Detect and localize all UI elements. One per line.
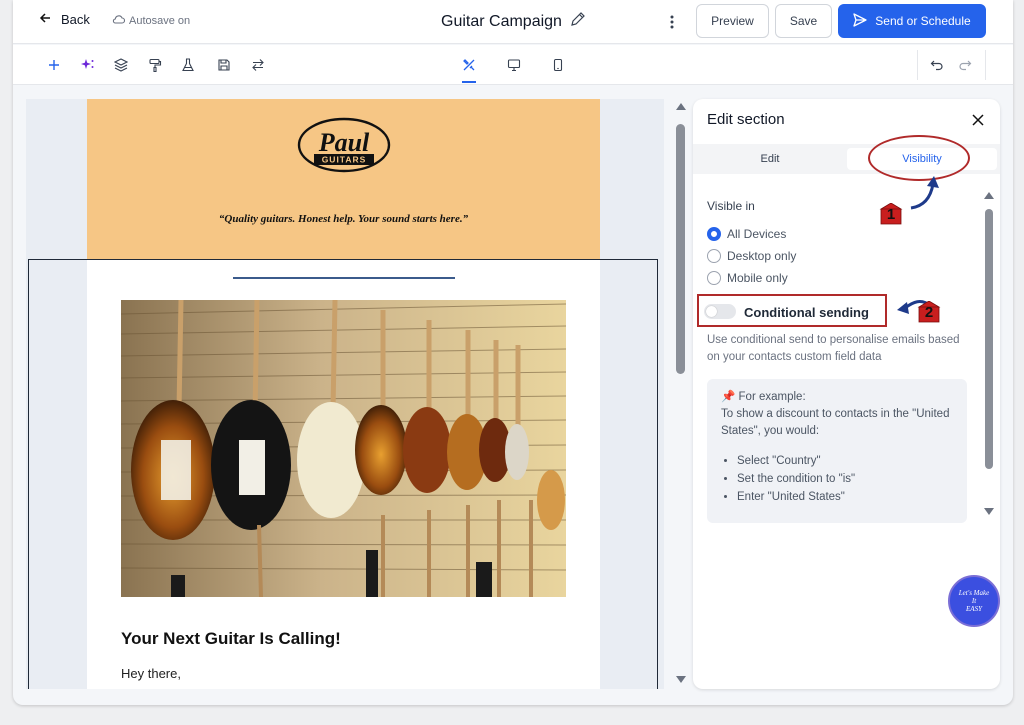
more-options-icon[interactable] xyxy=(665,12,679,32)
radio-desktop-only[interactable]: Desktop only xyxy=(707,249,796,263)
visible-in-label: Visible in xyxy=(707,199,755,213)
annotation-marker-1: 1 xyxy=(879,202,903,225)
paul-guitars-logo: Paul GUITARS xyxy=(297,116,391,174)
scroll-down-icon[interactable] xyxy=(673,672,689,686)
logo-script: Paul xyxy=(318,128,370,157)
conditional-sending-label: Conditional sending xyxy=(744,305,869,320)
conditional-sending-toggle[interactable] xyxy=(704,304,736,319)
canvas-scrollbar[interactable] xyxy=(673,100,689,690)
badge-line: It xyxy=(971,597,977,605)
preview-button[interactable]: Preview xyxy=(696,4,769,38)
example-step: Select "Country" xyxy=(737,452,953,470)
panel-scrollbar[interactable] xyxy=(982,189,996,519)
back-button[interactable]: Back xyxy=(39,12,90,27)
radio-all-devices[interactable]: All Devices xyxy=(707,227,786,241)
radio-label: All Devices xyxy=(727,227,787,241)
paint-roller-icon[interactable] xyxy=(146,56,164,74)
arrow-left-icon xyxy=(39,12,51,27)
send-label: Send or Schedule xyxy=(875,14,971,28)
editor-toolbar xyxy=(13,45,1013,85)
autosave-label: Autosave on xyxy=(129,14,191,27)
flask-icon[interactable] xyxy=(179,56,197,74)
lets-make-it-easy-badge: Let's Make It EASY xyxy=(948,575,1000,627)
save-template-icon[interactable] xyxy=(215,56,233,74)
radio-label: Desktop only xyxy=(727,249,797,263)
redo-icon[interactable] xyxy=(956,56,974,74)
design-tools-icon[interactable] xyxy=(460,56,478,74)
desktop-view-icon[interactable] xyxy=(505,56,523,74)
pushpin-icon: 📌 xyxy=(721,391,736,403)
close-icon[interactable] xyxy=(970,112,986,128)
scroll-up-icon[interactable] xyxy=(673,100,689,114)
panel-title: Edit section xyxy=(707,111,785,128)
layers-icon[interactable] xyxy=(112,56,130,74)
toolbar-separator xyxy=(917,50,918,80)
mobile-view-icon[interactable] xyxy=(549,56,567,74)
example-step: Enter "United States" xyxy=(737,488,953,506)
conditional-description: Use conditional send to personalise emai… xyxy=(707,334,960,363)
campaign-title-text: Guitar Campaign xyxy=(441,12,562,30)
email-editor-window: Back Autosave on Guitar Campaign Preview… xyxy=(13,0,1013,705)
radio-label: Mobile only xyxy=(727,271,788,285)
scroll-down-icon[interactable] xyxy=(982,505,996,517)
radio-button[interactable] xyxy=(707,271,721,285)
example-box: 📌 For example: To show a discount to con… xyxy=(707,379,967,523)
swap-icon[interactable] xyxy=(249,56,267,74)
selected-section-outline xyxy=(28,259,658,689)
campaign-title[interactable]: Guitar Campaign xyxy=(441,11,586,32)
badge-line: EASY xyxy=(966,605,982,613)
radio-button[interactable] xyxy=(707,227,721,241)
back-label: Back xyxy=(61,12,90,27)
top-bar: Back Autosave on Guitar Campaign Preview… xyxy=(13,0,1013,44)
example-intro: To show a discount to contacts in the "U… xyxy=(721,408,950,437)
add-block-icon[interactable] xyxy=(45,56,63,74)
header-section[interactable]: Paul GUITARS “Quality guitars. Honest he… xyxy=(87,99,600,259)
logo-sub: GUITARS xyxy=(322,155,367,165)
active-device-indicator xyxy=(462,81,476,83)
pencil-icon[interactable] xyxy=(570,11,586,32)
undo-icon[interactable] xyxy=(928,56,946,74)
example-title-row: 📌 For example: xyxy=(721,389,953,406)
email-canvas[interactable]: Paul GUITARS “Quality guitars. Honest he… xyxy=(26,99,664,689)
ai-sparkle-icon[interactable] xyxy=(79,56,97,74)
autosave-status: Autosave on xyxy=(112,14,190,27)
example-title: For example: xyxy=(738,391,806,403)
example-steps: Select "Country" Set the condition to "i… xyxy=(721,452,953,506)
scroll-up-icon[interactable] xyxy=(982,190,996,202)
send-or-schedule-button[interactable]: Send or Schedule xyxy=(838,4,986,38)
tagline: “Quality guitars. Honest help. Your soun… xyxy=(218,213,469,225)
example-step: Set the condition to "is" xyxy=(737,470,953,488)
send-icon xyxy=(853,12,867,30)
marker-number: 2 xyxy=(924,303,934,321)
annotation-marker-2: 2 xyxy=(917,300,941,323)
tab-edit[interactable]: Edit xyxy=(693,148,847,170)
radio-button[interactable] xyxy=(707,249,721,263)
radio-mobile-only[interactable]: Mobile only xyxy=(707,271,788,285)
panel-scroll-thumb[interactable] xyxy=(985,209,993,469)
marker-number: 1 xyxy=(886,205,896,223)
canvas-scroll-thumb[interactable] xyxy=(676,124,685,374)
cloud-icon xyxy=(112,14,126,27)
badge-line: Let's Make xyxy=(958,589,990,597)
toolbar-separator xyxy=(985,50,986,80)
save-button[interactable]: Save xyxy=(775,4,832,38)
